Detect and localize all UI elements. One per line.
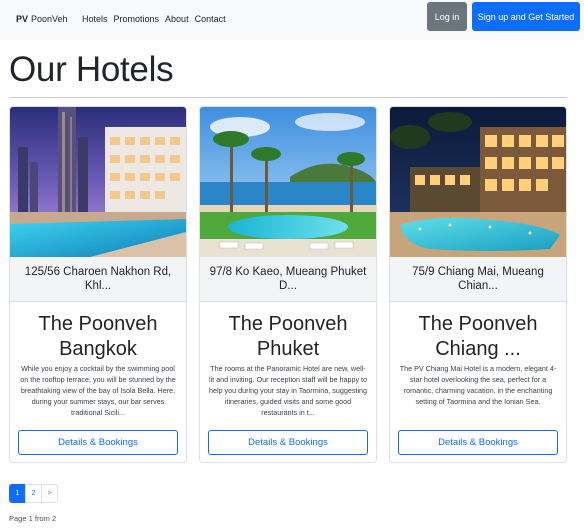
hotel-card-bangkok: 125/56 Charoen Nakhon Rd, Khl... The Poo… [9, 106, 187, 463]
nav-link-promotions[interactable]: Promotions [114, 14, 160, 24]
hotel-image-bangkok [10, 107, 186, 257]
hotel-name: The Poonveh Phuket [228, 313, 348, 360]
signup-button[interactable]: Sign up and Get Started [472, 2, 580, 31]
hotel-address: 97/8 Ko Kaeo, Mueang Phuket D... [200, 257, 376, 302]
hotel-card-phuket: 97/8 Ko Kaeo, Mueang Phuket D... The Poo… [199, 106, 377, 463]
hotel-card-chiang-mai: 75/9 Chiang Mai, Mueang Chian... The Poo… [389, 106, 567, 463]
nav-link-contact[interactable]: Contact [195, 14, 226, 24]
hotel-description: While you enjoy a cocktail by the swimmi… [20, 364, 176, 417]
page-info: Page 1 from 2 [9, 514, 57, 523]
nav-links: Hotels Promotions About Contact [82, 14, 226, 24]
hotel-description: The rooms at the Panoramic Hotel are new… [208, 364, 368, 417]
nav-link-about[interactable]: About [165, 14, 189, 24]
hotel-image-chiang-mai [390, 107, 566, 257]
page-link-1[interactable]: 1 [9, 484, 26, 503]
page-title: Our Hotels [9, 50, 174, 89]
next-page-link[interactable]: > [41, 484, 58, 503]
hotel-name: The Poonveh Bangkok [38, 313, 158, 360]
brand-initials: PV [16, 14, 29, 24]
hotel-image-phuket [200, 107, 376, 257]
brand-name: PoonVeh [31, 14, 68, 24]
pagination: 1 2 > [9, 484, 58, 503]
details-bookings-button[interactable]: Details & Bookings [398, 430, 558, 455]
hotel-address: 125/56 Charoen Nakhon Rd, Khl... [10, 257, 186, 302]
hotel-address: 75/9 Chiang Mai, Mueang Chian... [390, 257, 566, 302]
page-link-2[interactable]: 2 [25, 484, 42, 503]
details-bookings-button[interactable]: Details & Bookings [18, 430, 178, 455]
hotel-description: The PV Chiang Mai Hotel is a modern, ele… [399, 364, 557, 406]
title-divider [9, 97, 567, 98]
details-bookings-button[interactable]: Details & Bookings [208, 430, 368, 455]
nav-link-hotels[interactable]: Hotels [82, 14, 108, 24]
brand-logo[interactable]: PV PoonVeh [16, 14, 68, 24]
hotel-name: The Poonveh Chiang ... [418, 313, 538, 360]
navbar: PV PoonVeh Hotels Promotions About Contac… [0, 0, 584, 40]
login-button[interactable]: Log in [427, 2, 467, 31]
